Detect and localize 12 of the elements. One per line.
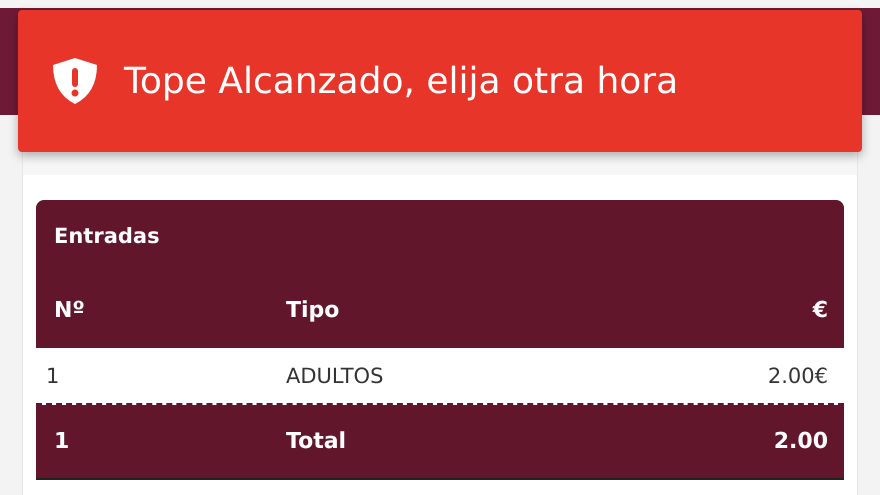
table-title: Entradas bbox=[54, 224, 160, 248]
table-cell-text: 2.00€ bbox=[766, 364, 829, 388]
column-header: Nº bbox=[53, 298, 86, 322]
total-cell-text: 1 bbox=[53, 429, 70, 454]
total-cell-text: 2.00 bbox=[772, 429, 829, 454]
table-cell-text: 1 bbox=[45, 364, 60, 388]
column-header: Tipo bbox=[286, 298, 340, 322]
table-cell-text: ADULTOS bbox=[286, 364, 384, 388]
total-cell-text: Total bbox=[286, 429, 348, 454]
shield-warning-icon bbox=[52, 57, 98, 105]
column-header: € bbox=[812, 298, 829, 322]
toast-message: Tope Alcanzado, elija otra hora bbox=[124, 60, 678, 102]
